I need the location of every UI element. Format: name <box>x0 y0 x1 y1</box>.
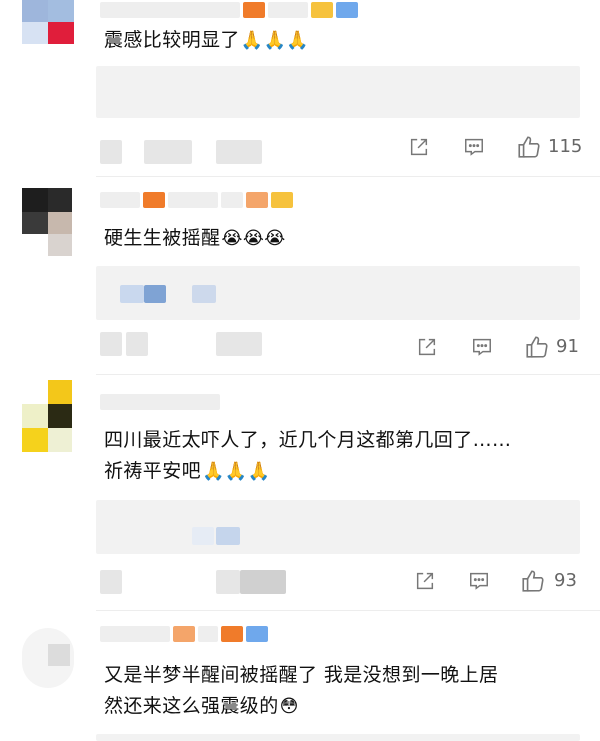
username[interactable] <box>100 190 293 210</box>
thumbs-up-icon[interactable] <box>516 134 542 160</box>
avatar[interactable] <box>22 628 74 688</box>
comment-text: 又是半梦半醒间被摇醒了 我是没想到一晚上居 然还来这么强震级的😳 <box>104 664 499 717</box>
comment-4: 又是半梦半醒间被摇醒了 我是没想到一晚上居 然还来这么强震级的😳 <box>0 616 600 741</box>
divider <box>96 374 600 375</box>
reply-preview[interactable] <box>96 500 580 554</box>
comment-text: 硬生生被摇醒😭😭😭 <box>104 227 286 249</box>
comment-icon[interactable] <box>471 336 493 358</box>
share-icon[interactable] <box>416 336 438 358</box>
divider <box>96 176 600 177</box>
comment-text: 四川最近太吓人了，近几个月这都第几回了…… 祈祷平安吧🙏🙏🙏 <box>104 429 512 482</box>
avatar[interactable] <box>22 0 74 44</box>
avatar[interactable] <box>22 380 74 454</box>
comment-icon[interactable] <box>463 136 485 158</box>
reply-preview[interactable] <box>96 66 580 118</box>
like-count: 93 <box>554 570 577 591</box>
pray-emoji: 🙏🙏🙏 <box>240 30 310 51</box>
comment-3: 四川最近太吓人了，近几个月这都第几回了…… 祈祷平安吧🙏🙏🙏 93 <box>0 380 600 610</box>
reply-preview[interactable] <box>96 266 580 320</box>
username[interactable] <box>100 392 220 412</box>
username[interactable] <box>100 0 358 20</box>
share-icon[interactable] <box>408 136 430 158</box>
thumbs-up-icon[interactable] <box>520 568 546 594</box>
share-icon[interactable] <box>414 570 436 592</box>
crying-emoji: 😭😭😭 <box>221 228 286 249</box>
flushed-emoji: 😳 <box>279 696 299 717</box>
comment-2: 硬生生被摇醒😭😭😭 91 <box>0 182 600 374</box>
comment-icon[interactable] <box>468 570 490 592</box>
pray-emoji: 🙏🙏🙏 <box>202 461 271 482</box>
divider <box>96 610 600 611</box>
avatar[interactable] <box>22 188 74 256</box>
username[interactable] <box>100 624 268 644</box>
comment-text: 震感比较明显了🙏🙏🙏 <box>104 29 310 51</box>
thumbs-up-icon[interactable] <box>524 334 550 360</box>
reply-preview[interactable] <box>96 734 580 741</box>
like-count: 115 <box>548 136 583 157</box>
comment-1: 震感比较明显了🙏🙏🙏 115 <box>0 0 600 180</box>
like-count: 91 <box>556 336 579 357</box>
